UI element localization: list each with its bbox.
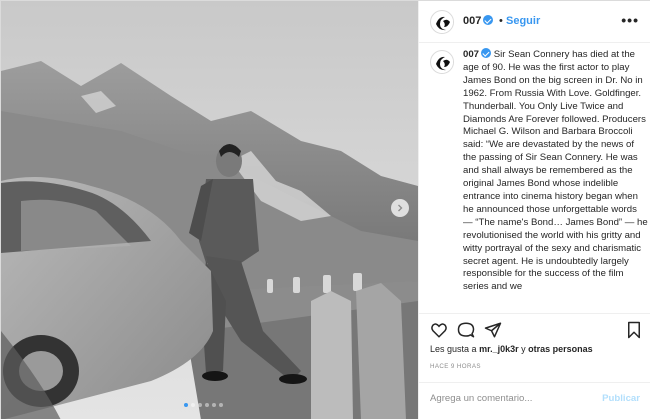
carousel-dot (191, 403, 195, 407)
avatar[interactable] (430, 10, 454, 34)
more-options-icon[interactable]: ••• (621, 13, 639, 27)
carousel-dot (219, 403, 223, 407)
verified-badge-icon (481, 48, 492, 58)
likes-others-link[interactable]: otras personas (528, 344, 593, 354)
caption-avatar[interactable] (430, 50, 454, 74)
heart-icon[interactable] (430, 321, 448, 339)
007-logo-icon (432, 12, 453, 33)
caption-area[interactable]: 007 Sir Sean Connery has died at the age… (419, 44, 650, 312)
carousel-dot (184, 403, 188, 407)
photo-illustration (1, 1, 418, 419)
verified-badge-icon (483, 15, 494, 25)
caption-username[interactable]: 007 (463, 49, 479, 60)
caption-text: 007 Sir Sean Connery has died at the age… (463, 48, 649, 294)
carousel-dot (212, 403, 216, 407)
likes-summary: Les gusta a mr._j0k3r y otras personas (430, 344, 593, 354)
caption-body: Sir Sean Connery has died at the age of … (463, 49, 648, 293)
instagram-post: 007 • Seguir ••• 007 Sir Sean Connery ha… (0, 0, 650, 419)
comment-input[interactable] (430, 393, 590, 404)
separator-dot: • (499, 15, 503, 27)
likes-conjunction: y (521, 344, 526, 354)
liker-username[interactable]: mr._j0k3r (479, 344, 519, 354)
bookmark-icon[interactable] (625, 321, 643, 339)
follow-button[interactable]: Seguir (506, 15, 540, 27)
carousel-dot (198, 403, 202, 407)
comment-bar: Publicar (419, 382, 650, 419)
share-icon[interactable] (484, 321, 502, 339)
post-actions (419, 313, 650, 345)
account-username-text[interactable]: 007 (463, 15, 481, 27)
carousel-indicator (184, 403, 223, 407)
comment-icon[interactable] (457, 321, 475, 339)
007-logo-icon (432, 52, 453, 73)
post-header: 007 • Seguir ••• (419, 1, 650, 43)
chevron-right-icon (398, 204, 403, 212)
likes-prefix: Les gusta a (430, 344, 477, 354)
post-timestamp[interactable]: HACE 9 HORAS (430, 363, 481, 370)
next-slide-button[interactable] (391, 199, 409, 217)
publish-button[interactable]: Publicar (602, 393, 640, 404)
carousel-dot (205, 403, 209, 407)
account-username[interactable]: 007 (463, 15, 494, 27)
post-side-panel: 007 • Seguir ••• 007 Sir Sean Connery ha… (418, 1, 650, 419)
post-photo[interactable] (1, 1, 418, 419)
